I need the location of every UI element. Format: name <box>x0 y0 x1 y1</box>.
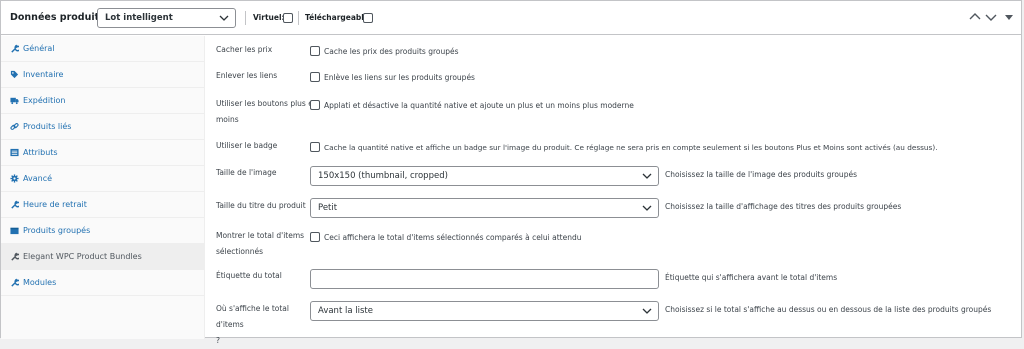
tab-modules[interactable]: Modules <box>1 270 205 296</box>
tab-label: Heure de retrait <box>23 200 87 209</box>
tab-label: Général <box>23 44 55 53</box>
product-type-select[interactable]: Lot intelligent <box>97 8 236 28</box>
toggle-panel-icon[interactable] <box>1004 12 1014 22</box>
total-label-desc: Étiquette qui s'affichera avant le total… <box>665 273 838 282</box>
title-size-label: Taille du titre du produit <box>216 201 306 210</box>
image-size-label: Taille de l'image <box>216 168 277 177</box>
hide-prices-checkbox[interactable] <box>310 46 320 56</box>
plus-minus-label-line: Utiliser les boutons plus et <box>216 99 316 108</box>
product-type-value: Lot intelligent <box>105 13 173 23</box>
total-position-value: Avant la liste <box>318 306 373 316</box>
hide-prices-label: Cacher les prix <box>216 45 273 54</box>
title-size-select[interactable]: Petit <box>310 198 659 218</box>
tab-inventory[interactable]: Inventaire <box>1 62 205 88</box>
tab-label: Produits groupés <box>23 226 91 235</box>
show-total-label-line: sélectionnés <box>216 247 263 256</box>
badge-text: Cache la quantité native et affiche un b… <box>324 143 938 152</box>
downloadable-checkbox[interactable] <box>363 13 373 23</box>
product-data-tabs: Général Inventaire Expédition Produits l… <box>1 36 205 339</box>
box-icon <box>10 227 19 235</box>
product-data-panel: Données produit — Lot intelligent Virtue… <box>0 0 1022 345</box>
total-label-input[interactable] <box>310 269 659 289</box>
show-total-text: Ceci affichera le total d'items sélectio… <box>324 233 582 242</box>
remove-links-text: Enlève les liens sur les produits groupé… <box>324 73 475 82</box>
truck-icon <box>10 97 19 105</box>
total-position-select[interactable]: Avant la liste <box>310 301 659 321</box>
badge-label: Utiliser le badge <box>216 141 278 150</box>
image-size-select[interactable]: 150x150 (thumbnail, cropped) <box>310 166 659 186</box>
list-icon <box>10 148 19 157</box>
wrench-icon <box>11 44 19 53</box>
wrench-icon <box>11 252 19 261</box>
virtual-checkbox[interactable] <box>283 13 293 23</box>
remove-links-checkbox[interactable] <box>310 72 320 82</box>
chevron-down-icon <box>642 173 652 179</box>
tab-shipping[interactable]: Expédition <box>1 88 205 114</box>
tab-label: Produits liés <box>23 122 72 131</box>
total-position-label-line: ? <box>216 336 220 345</box>
tab-linked-products[interactable]: Produits liés <box>1 114 205 140</box>
wrench-icon <box>11 200 19 209</box>
plus-minus-label-line: moins <box>216 115 239 124</box>
total-position-desc: Choisissez si le total s'affiche au dess… <box>665 305 992 314</box>
image-size-desc: Choisissez la taille de l'image des prod… <box>665 170 857 179</box>
plus-minus-label: Utiliser les boutons plus et moins <box>216 96 316 128</box>
move-up-icon[interactable] <box>969 12 981 22</box>
tab-pickup-time[interactable]: Heure de retrait <box>1 192 205 218</box>
tab-label: Avancé <box>23 174 53 183</box>
show-total-checkbox[interactable] <box>310 232 320 242</box>
total-position-label-line: Où s'affiche le total d'items <box>216 304 289 329</box>
gear-icon <box>10 174 19 183</box>
panel-header: Données produit — Lot intelligent Virtue… <box>1 1 1021 35</box>
tab-general[interactable]: Général <box>1 36 205 62</box>
tab-label: Expédition <box>23 96 66 105</box>
tab-label: Inventaire <box>23 70 64 79</box>
move-down-icon[interactable] <box>985 12 997 22</box>
tab-label: Modules <box>23 278 57 287</box>
plus-minus-checkbox[interactable] <box>310 100 320 110</box>
total-label-label: Étiquette du total <box>216 271 282 280</box>
plus-minus-text: Applati et désactive la quantité native … <box>324 101 634 110</box>
header-divider <box>245 11 246 25</box>
tab-attributes[interactable]: Attributs <box>1 140 205 166</box>
total-position-label: Où s'affiche le total d'items ? <box>216 301 312 349</box>
chevron-down-icon <box>642 205 652 211</box>
tab-label: Attributs <box>23 148 58 157</box>
show-total-label: Montrer le total d'items sélectionnés <box>216 228 311 260</box>
tag-icon <box>10 70 19 79</box>
tab-grouped-products[interactable]: Produits groupés <box>1 218 205 244</box>
virtual-label: Virtuel: <box>253 13 285 22</box>
downloadable-label: Téléchargeable: <box>305 13 372 22</box>
tab-elegant-wpc-product-bundles[interactable]: Elegant WPC Product Bundles <box>1 244 205 270</box>
title-size-desc: Choisissez la taille d'affichage des tit… <box>665 202 902 211</box>
tab-advanced[interactable]: Avancé <box>1 166 205 192</box>
show-total-label-line: Montrer le total d'items <box>216 231 305 240</box>
chevron-down-icon <box>219 15 229 21</box>
badge-checkbox[interactable] <box>310 142 320 152</box>
remove-links-label: Enlever les liens <box>216 71 278 80</box>
link-icon <box>10 123 19 130</box>
title-size-value: Petit <box>318 203 338 213</box>
chevron-down-icon <box>642 308 652 314</box>
image-size-value: 150x150 (thumbnail, cropped) <box>318 171 448 181</box>
wrench-icon <box>11 278 19 287</box>
hide-prices-text: Cache les prix des produits groupés <box>324 47 459 56</box>
header-divider <box>298 11 299 25</box>
tab-label: Elegant WPC Product Bundles <box>23 252 142 261</box>
